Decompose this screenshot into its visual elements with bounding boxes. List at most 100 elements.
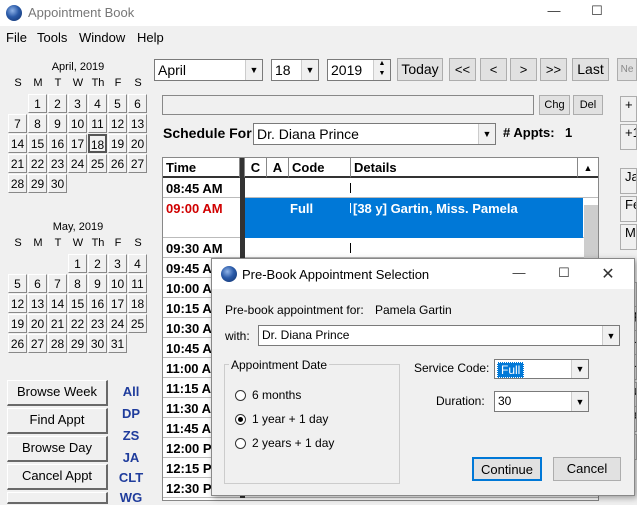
service-code-select[interactable]: Full ▼ — [494, 359, 589, 379]
calendar-day[interactable]: 30 — [88, 334, 107, 353]
calendar-day[interactable]: 14 — [8, 134, 27, 153]
change-button[interactable]: Chg — [539, 95, 570, 115]
calendar-day[interactable]: 27 — [28, 334, 47, 353]
calendar-day[interactable]: 14 — [48, 294, 67, 313]
continue-button[interactable]: Continue — [472, 457, 542, 481]
col-header-a[interactable]: A — [267, 158, 289, 178]
calendar-day[interactable]: 5 — [108, 94, 127, 113]
provider-zs[interactable]: ZS — [116, 428, 146, 443]
dialog-minimize-button[interactable]: — — [509, 265, 529, 283]
dialog-close-button[interactable]: ✕ — [598, 264, 618, 283]
calendar-day[interactable]: 27 — [128, 154, 147, 173]
partial-button[interactable] — [7, 492, 108, 504]
spin-up-icon[interactable]: ▲ — [373, 60, 390, 70]
calendar-day[interactable]: 13 — [128, 114, 147, 133]
calendar-day[interactable]: 24 — [68, 154, 87, 173]
menu-tools[interactable]: Tools — [37, 30, 67, 45]
calendar-day[interactable]: 19 — [8, 314, 27, 333]
new-button-partial[interactable]: Ne — [617, 58, 637, 81]
provider-all[interactable]: All — [116, 384, 146, 399]
calendar-day[interactable]: 2 — [88, 254, 107, 273]
today-button[interactable]: Today — [397, 58, 443, 81]
side-button-partial[interactable]: Ja — [620, 168, 637, 194]
month-select[interactable]: April ▼ — [154, 59, 263, 81]
cancel-button[interactable]: Cancel — [553, 457, 621, 481]
col-header-code[interactable]: Code — [289, 158, 351, 178]
calendar-day[interactable]: 18 — [88, 134, 107, 153]
calendar-day[interactable]: 12 — [8, 294, 27, 313]
option-1-year-label[interactable]: 1 year + 1 day — [252, 412, 328, 426]
calendar-day[interactable]: 9 — [88, 274, 107, 293]
calendar-day[interactable]: 3 — [108, 254, 127, 273]
note-field[interactable] — [162, 95, 534, 115]
calendar-day[interactable]: 13 — [28, 294, 47, 313]
calendar-day[interactable]: 10 — [68, 114, 87, 133]
delete-button[interactable]: Del — [573, 95, 603, 115]
col-header-c[interactable]: C — [245, 158, 267, 178]
calendar-day[interactable]: 26 — [108, 154, 127, 173]
calendar-day[interactable]: 15 — [68, 294, 87, 313]
cancel-appt-button[interactable]: Cancel Appt — [7, 464, 108, 490]
last-button[interactable]: Last — [572, 58, 609, 81]
calendar-day[interactable]: 10 — [108, 274, 127, 293]
day-select[interactable]: 18 ▼ — [271, 59, 319, 81]
col-header-details[interactable]: Details — [351, 158, 578, 178]
calendar-day[interactable]: 19 — [108, 134, 127, 153]
calendar-day[interactable]: 12 — [108, 114, 127, 133]
option-6-months-label[interactable]: 6 months — [252, 388, 301, 402]
calendar-day[interactable]: 24 — [108, 314, 127, 333]
maximize-button[interactable]: ☐ — [587, 3, 607, 21]
browse-week-button[interactable]: Browse Week — [7, 380, 108, 406]
provider-wg[interactable]: WG — [116, 490, 146, 505]
prev-day-button[interactable]: < — [480, 58, 507, 81]
calendar-day[interactable]: 21 — [8, 154, 27, 173]
side-button-partial[interactable]: +1 — [620, 124, 637, 150]
calendar-day[interactable]: 22 — [68, 314, 87, 333]
calendar-day[interactable]: 1 — [28, 94, 47, 113]
calendar-day[interactable]: 23 — [88, 314, 107, 333]
calendar-day[interactable]: 4 — [128, 254, 147, 273]
calendar-day[interactable]: 1 — [68, 254, 87, 273]
option-2-years-label[interactable]: 2 years + 1 day — [252, 436, 334, 450]
scroll-up-icon[interactable]: ▲ — [578, 158, 598, 178]
calendar-day[interactable]: 6 — [128, 94, 147, 113]
side-button-partial[interactable]: M — [620, 224, 637, 250]
calendar-day[interactable]: 7 — [48, 274, 67, 293]
next-month-button[interactable]: >> — [540, 58, 567, 81]
calendar-day[interactable]: 11 — [88, 114, 107, 133]
prev-month-button[interactable]: << — [449, 58, 476, 81]
menu-help[interactable]: Help — [137, 30, 164, 45]
provider-select[interactable]: Dr. Diana Prince ▼ — [253, 123, 496, 145]
menu-file[interactable]: File — [6, 30, 27, 45]
calendar-day[interactable]: 17 — [68, 134, 87, 153]
provider-clt[interactable]: CLT — [116, 470, 146, 485]
schedule-row[interactable]: 09:00 AM Full [38 y] Gartin, Miss. Pamela — [163, 198, 598, 238]
calendar-day[interactable]: 11 — [128, 274, 147, 293]
calendar-day[interactable]: 17 — [108, 294, 127, 313]
next-day-button[interactable]: > — [510, 58, 537, 81]
side-button-partial[interactable]: Fe — [620, 196, 637, 222]
radio-1-year[interactable] — [235, 414, 246, 425]
calendar-day[interactable]: 18 — [128, 294, 147, 313]
calendar-day[interactable]: 20 — [28, 314, 47, 333]
side-button-partial[interactable]: + — [620, 96, 637, 122]
with-select[interactable]: Dr. Diana Prince ▼ — [258, 325, 620, 346]
calendar-day[interactable]: 15 — [28, 134, 47, 153]
calendar-day[interactable]: 26 — [8, 334, 27, 353]
duration-select[interactable]: 30 ▼ — [494, 391, 589, 412]
calendar-day[interactable]: 8 — [28, 114, 47, 133]
calendar-day[interactable]: 31 — [108, 334, 127, 353]
calendar-day[interactable]: 22 — [28, 154, 47, 173]
calendar-day[interactable]: 29 — [68, 334, 87, 353]
calendar-day[interactable]: 4 — [88, 94, 107, 113]
calendar-day[interactable]: 5 — [8, 274, 27, 293]
provider-ja[interactable]: JA — [116, 450, 146, 465]
calendar-day[interactable]: 30 — [48, 174, 67, 193]
calendar-day[interactable]: 6 — [28, 274, 47, 293]
calendar-day[interactable]: 2 — [48, 94, 67, 113]
calendar-day[interactable]: 28 — [48, 334, 67, 353]
calendar-day[interactable]: 28 — [8, 174, 27, 193]
schedule-row[interactable]: 09:30 AM — [163, 238, 598, 258]
calendar-day[interactable]: 25 — [128, 314, 147, 333]
calendar-day[interactable]: 21 — [48, 314, 67, 333]
